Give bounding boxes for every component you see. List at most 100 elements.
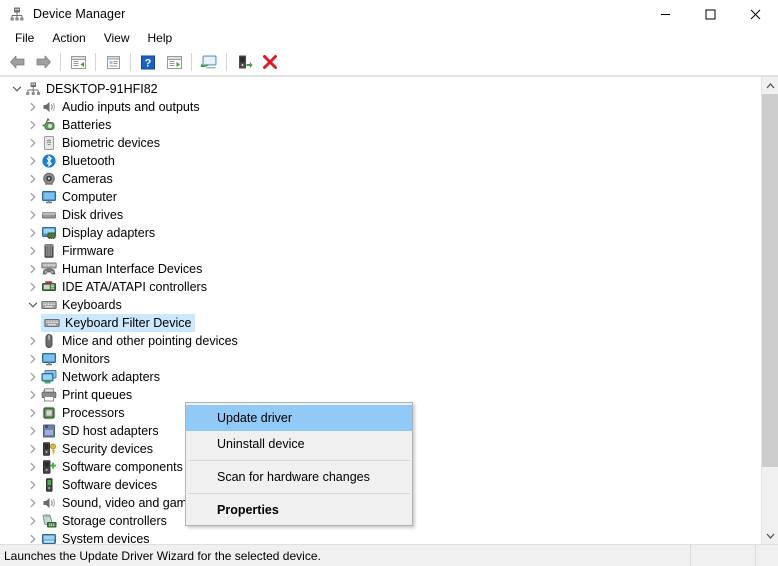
chevron-right-icon[interactable]	[25, 350, 41, 368]
tree-item-label: Mice and other pointing devices	[62, 332, 238, 350]
network-adapter-icon	[41, 369, 57, 385]
chevron-right-icon[interactable]	[25, 134, 41, 152]
menu-file[interactable]: File	[6, 29, 43, 48]
minimize-button[interactable]	[643, 0, 688, 28]
chevron-down-icon[interactable]	[9, 80, 25, 98]
tree-item-keyboard-filter-device[interactable]: Keyboard Filter Device	[0, 314, 761, 332]
context-menu-item-label: Scan for hardware changes	[217, 470, 370, 484]
chevron-right-icon[interactable]	[25, 476, 41, 494]
scan-for-hardware-changes-icon[interactable]	[196, 50, 222, 74]
forward-icon[interactable]	[30, 50, 56, 74]
device-manager-window: Device Manager File Action View Help	[0, 0, 778, 566]
chevron-right-icon[interactable]	[25, 494, 41, 512]
mouse-icon	[41, 333, 57, 349]
chevron-right-icon[interactable]	[25, 224, 41, 242]
close-button[interactable]	[733, 0, 778, 28]
tree-item-ide-ata-atapi-controllers[interactable]: IDE ATA/ATAPI controllers	[0, 278, 761, 296]
disk-drive-icon	[41, 207, 57, 223]
chevron-right-icon[interactable]	[25, 512, 41, 530]
uninstall-device-icon[interactable]	[257, 50, 283, 74]
chevron-right-icon[interactable]	[25, 170, 41, 188]
tree-item-label: Network adapters	[62, 368, 160, 386]
tree-item-label: Processors	[62, 404, 125, 422]
tree-item-label: Batteries	[62, 116, 111, 134]
tree-item-desktop-91hfi82[interactable]: DESKTOP-91HFI82	[0, 80, 761, 98]
tree-item-keyboards[interactable]: Keyboards	[0, 296, 761, 314]
scroll-up-icon[interactable]	[762, 77, 778, 94]
show-hidden-devices-icon[interactable]	[65, 50, 91, 74]
context-menu-separator	[188, 493, 410, 494]
tree-item-human-interface-devices[interactable]: Human Interface Devices	[0, 260, 761, 278]
scrollbar-thumb[interactable]	[762, 94, 778, 467]
storage-controller-icon	[41, 513, 57, 529]
context-menu[interactable]: Update driverUninstall device Scan for ha…	[185, 402, 413, 526]
chevron-right-icon[interactable]	[25, 422, 41, 440]
maximize-button[interactable]	[688, 0, 733, 28]
tree-item-label: Storage controllers	[62, 512, 167, 530]
chevron-right-icon[interactable]	[25, 260, 41, 278]
svg-text:?: ?	[145, 57, 152, 69]
tree-item-system-devices[interactable]: System devices	[0, 530, 761, 544]
scroll-down-icon[interactable]	[762, 527, 778, 544]
update-driver-icon[interactable]	[231, 50, 257, 74]
tree-item-label: Software devices	[62, 476, 157, 494]
battery-icon	[41, 117, 57, 133]
tree-item-cameras[interactable]: Cameras	[0, 170, 761, 188]
menu-action[interactable]: Action	[43, 29, 94, 48]
tree-item-label: Cameras	[62, 170, 113, 188]
security-device-icon	[41, 441, 57, 457]
sd-host-adapter-icon	[41, 423, 57, 439]
context-menu-item-properties[interactable]: Properties	[186, 497, 412, 523]
menu-view[interactable]: View	[95, 29, 139, 48]
chevron-right-icon[interactable]	[25, 386, 41, 404]
chevron-down-icon[interactable]	[25, 296, 41, 314]
back-icon[interactable]	[4, 50, 30, 74]
tree-item-label: Firmware	[62, 242, 114, 260]
title-bar: Device Manager	[0, 0, 778, 28]
chevron-right-icon[interactable]	[25, 242, 41, 260]
tree-item-label: Security devices	[62, 440, 153, 458]
tree-item-monitors[interactable]: Monitors	[0, 350, 761, 368]
chevron-right-icon[interactable]	[25, 206, 41, 224]
tree-item-label: Keyboards	[62, 296, 122, 314]
menu-help[interactable]: Help	[139, 29, 182, 48]
tree-item-batteries[interactable]: Batteries	[0, 116, 761, 134]
context-menu-item-uninstall-device[interactable]: Uninstall device	[186, 431, 412, 457]
vertical-scrollbar[interactable]	[761, 77, 778, 544]
chevron-right-icon[interactable]	[25, 188, 41, 206]
devices-by-type-icon[interactable]	[161, 50, 187, 74]
tree-item-display-adapters[interactable]: Display adapters	[0, 224, 761, 242]
tree-item-label: Display adapters	[62, 224, 155, 242]
tree-item-mice-and-other-pointing-devices[interactable]: Mice and other pointing devices	[0, 332, 761, 350]
chevron-right-icon[interactable]	[25, 404, 41, 422]
help-icon[interactable]: ?	[135, 50, 161, 74]
tree-item-computer[interactable]: Computer	[0, 188, 761, 206]
properties-icon[interactable]	[100, 50, 126, 74]
display-adapter-icon	[41, 225, 57, 241]
chevron-right-icon[interactable]	[25, 278, 41, 296]
tree-item-disk-drives[interactable]: Disk drives	[0, 206, 761, 224]
context-menu-item-scan-for-hardware-changes[interactable]: Scan for hardware changes	[186, 464, 412, 490]
chevron-right-icon[interactable]	[25, 98, 41, 116]
tree-item-bluetooth[interactable]: Bluetooth	[0, 152, 761, 170]
context-menu-item-update-driver[interactable]: Update driver	[186, 405, 412, 431]
window-title: Device Manager	[33, 7, 125, 21]
chevron-right-icon[interactable]	[25, 440, 41, 458]
chevron-right-icon[interactable]	[25, 332, 41, 350]
tree-item-label: Keyboard Filter Device	[65, 314, 191, 332]
scrollbar-track[interactable]	[762, 94, 778, 527]
chevron-right-icon[interactable]	[25, 458, 41, 476]
device-manager-icon	[9, 6, 25, 22]
tree-item-audio-inputs-and-outputs[interactable]: Audio inputs and outputs	[0, 98, 761, 116]
firmware-chip-icon	[41, 243, 57, 259]
chevron-right-icon[interactable]	[25, 152, 41, 170]
context-menu-separator	[188, 460, 410, 461]
tree-item-label: DESKTOP-91HFI82	[46, 80, 158, 98]
chevron-right-icon[interactable]	[25, 368, 41, 386]
chevron-right-icon[interactable]	[25, 530, 41, 544]
tree-item-firmware[interactable]: Firmware	[0, 242, 761, 260]
tree-item-biometric-devices[interactable]: Biometric devices	[0, 134, 761, 152]
status-cell-2	[755, 545, 778, 566]
chevron-right-icon[interactable]	[25, 116, 41, 134]
tree-item-network-adapters[interactable]: Network adapters	[0, 368, 761, 386]
